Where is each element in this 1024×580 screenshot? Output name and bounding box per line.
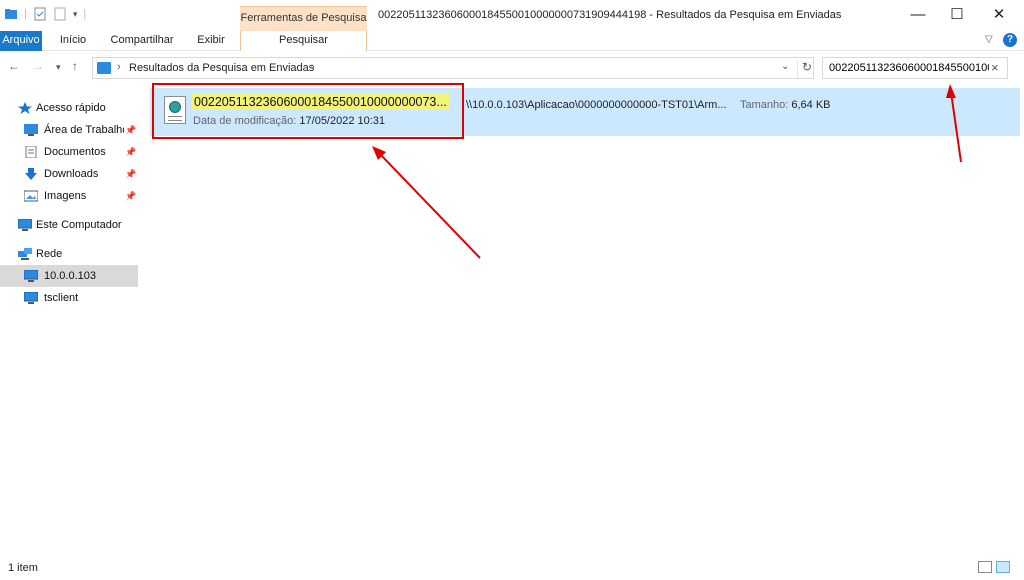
properties-icon[interactable] [33,7,47,21]
pin-icon[interactable]: 📌 [125,163,136,185]
new-folder-icon[interactable] [53,7,67,21]
up-icon[interactable]: ↑ [72,59,78,73]
size-label: Tamanho: [740,99,789,111]
pin-icon[interactable]: 📌 [125,185,136,207]
explorer-icon[interactable] [4,7,18,21]
forward-icon[interactable]: → [32,59,44,73]
search-box[interactable]: 00220511323606000184550010000 × [822,57,1008,79]
pin-icon[interactable]: 📌 [125,141,136,163]
tab-compartilhar[interactable]: Compartilhar [103,31,181,51]
file-path: \\10.0.0.103\Aplicacao\0000000000000-TST… [466,99,727,111]
window-title: 0022051132360600018455001000000073190944… [378,9,842,21]
pin-icon[interactable]: 📌 [125,119,136,141]
search-input[interactable]: 00220511323606000184550010000 [829,62,989,74]
ribbon-tabs: Arquivo Início Compartilhar Exibir Pesqu… [0,31,1024,51]
qat-separator: | [24,8,27,20]
annotation-box [152,83,464,139]
sidebar-item-acesso-rapido[interactable]: Acesso rápido [0,97,138,119]
expand-ribbon-icon[interactable]: ▽ [985,34,993,45]
size-value: 6,64 KB [791,99,831,111]
context-tab-search-tools: Ferramentas de Pesquisa [240,6,367,31]
sidebar-item-label: 10.0.0.103 [44,270,96,282]
desktop-icon [24,124,38,136]
sidebar-item-tsclient[interactable]: tsclient [0,287,138,309]
tab-pesquisar[interactable]: Pesquisar [240,31,367,51]
address-dropdown-icon[interactable]: ⌄ [781,61,789,72]
recent-locations-icon[interactable]: ▾ [56,62,61,73]
sidebar-item-label: Acesso rápido [36,102,106,114]
breadcrumb-separator-icon[interactable]: › [311,61,315,73]
back-icon[interactable]: ← [8,59,20,73]
status-bar: 1 item [0,556,1024,580]
results-pane: 00220511323606000184550010000000073... D… [140,82,1024,556]
pictures-icon [24,190,38,202]
computer-icon [18,219,32,231]
maximize-button[interactable]: ☐ [934,0,980,31]
breadcrumb[interactable]: Resultados da Pesquisa em Enviadas [129,62,314,74]
close-button[interactable]: ✕ [976,0,1022,31]
sidebar-item-imagens[interactable]: Imagens 📌 [0,185,138,207]
sidebar-item-label: Imagens [44,190,87,202]
navigation-pane: Acesso rápido Área de Trabalho 📌 Documen… [0,82,140,556]
sidebar-item-este-computador[interactable]: Este Computador [0,214,138,236]
qat-dropdown-icon[interactable]: ▾ [73,9,78,20]
documents-icon [25,146,37,158]
navigation-bar: ← → ▾ ↑ › Resultados da Pesquisa em Envi… [0,52,1024,82]
sidebar-item-10-0-0-103[interactable]: 10.0.0.103 [0,265,138,287]
sidebar-item-label: tsclient [44,292,79,304]
sidebar-item-label: Rede [36,248,63,260]
sidebar-item-label: Documentos [44,146,106,158]
quick-access-toolbar: | ▾ | [4,7,86,21]
address-bar[interactable]: › Resultados da Pesquisa em Enviadas › ⌄… [92,57,814,79]
star-icon [18,102,32,114]
view-switcher [978,561,1010,573]
qat-separator: | [83,8,87,20]
computer-icon [24,270,38,282]
computer-icon [24,292,38,304]
file-size: Tamanho: 6,64 KB [740,99,831,111]
item-count: 1 item [8,562,38,574]
sidebar-item-rede[interactable]: Rede [0,243,138,265]
tab-arquivo[interactable]: Arquivo [0,31,42,51]
details-view-icon[interactable] [978,561,992,573]
sidebar-item-label: Área de Trabalho [44,124,124,136]
clear-search-icon[interactable]: × [991,60,999,75]
sidebar-item-area-de-trabalho[interactable]: Área de Trabalho 📌 [0,119,138,141]
refresh-icon[interactable]: ↻ [797,60,812,78]
content-view-icon[interactable] [996,561,1010,573]
sidebar-item-label: Este Computador [36,219,122,231]
network-icon [18,248,32,260]
tab-exibir[interactable]: Exibir [190,31,232,51]
folder-icon [97,62,111,74]
download-icon [25,168,37,180]
tab-inicio[interactable]: Início [52,31,94,51]
sidebar-item-label: Downloads [44,168,99,180]
breadcrumb-separator-icon[interactable]: › [117,61,121,73]
title-bar: | ▾ | Ferramentas de Pesquisa 0022051132… [0,0,1024,31]
sidebar-item-downloads[interactable]: Downloads 📌 [0,163,138,185]
sidebar-item-documentos[interactable]: Documentos 📌 [0,141,138,163]
help-icon[interactable]: ? [1003,33,1017,47]
